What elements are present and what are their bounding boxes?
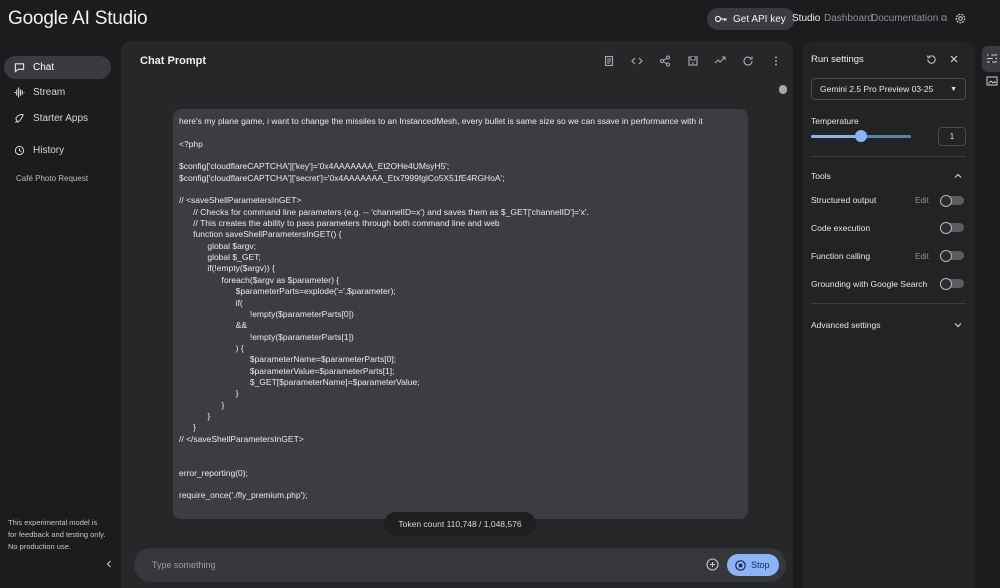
divider [811, 156, 966, 157]
sidebar-item-label: Stream [33, 87, 66, 98]
starter-apps-icon [14, 113, 25, 124]
temperature-input[interactable]: 1 [938, 127, 966, 146]
structured-output-edit-link[interactable]: Edit [915, 196, 929, 205]
chat-title: Chat Prompt [140, 55, 206, 67]
more-vert-icon[interactable] [770, 55, 784, 69]
run-settings-title: Run settings [811, 54, 864, 65]
refresh-icon[interactable] [742, 55, 756, 69]
get-api-key-label: Get API key [733, 13, 786, 25]
get-api-key-button[interactable]: Get API key [707, 8, 795, 30]
advanced-settings-label[interactable]: Advanced settings [811, 320, 880, 330]
chevron-down-icon[interactable] [953, 320, 963, 330]
chevron-up-icon[interactable] [953, 171, 963, 181]
user-message-text: here's my plane game, i want to change t… [179, 116, 703, 501]
nav-documentation-label: Documentation [871, 13, 939, 24]
tools-label: Tools [811, 171, 831, 181]
sidebar-item-stream[interactable]: Stream [4, 81, 111, 104]
tool-function-calling-label: Function calling [811, 251, 871, 261]
history-item[interactable]: Café Photo Request [16, 174, 88, 183]
document-icon[interactable] [603, 55, 617, 69]
temperature-label: Temperature [811, 116, 859, 126]
temperature-slider-fill [811, 135, 861, 138]
reset-icon[interactable] [926, 54, 937, 65]
collapse-sidebar-chevron-icon[interactable] [104, 559, 118, 573]
settings-gear-icon[interactable] [955, 13, 966, 24]
model-select[interactable]: Gemini 2.5 Pro Preview 03-25 ▼ [811, 78, 966, 100]
code-execution-toggle[interactable] [940, 221, 964, 234]
close-icon[interactable] [949, 54, 959, 64]
gallery-icon[interactable] [986, 76, 998, 86]
sidebar-item-chat[interactable]: Chat [4, 56, 111, 79]
tool-grounding-label: Grounding with Google Search [811, 279, 928, 289]
model-select-value: Gemini 2.5 Pro Preview 03-25 [820, 84, 934, 94]
share-icon[interactable] [659, 55, 673, 69]
save-icon[interactable] [687, 55, 701, 69]
prompt-input[interactable] [152, 558, 672, 572]
sidebar-item-history[interactable]: History [4, 139, 111, 162]
nav-dashboard[interactable]: Dashboard [824, 13, 873, 24]
chat-icon [14, 62, 25, 73]
app-title: Google AI Studio [8, 8, 148, 29]
nav-documentation[interactable]: Documentation ⧉ [871, 13, 947, 24]
tool-code-execution-label: Code execution [811, 223, 871, 233]
dropdown-caret-icon: ▼ [950, 85, 957, 93]
grounding-toggle[interactable] [940, 277, 964, 290]
compare-icon[interactable] [714, 55, 728, 69]
experimental-disclaimer: This experimental model is for feedback … [8, 518, 106, 551]
token-count: Token count 110,748 / 1,048,576 [384, 512, 536, 536]
external-link-icon: ⧉ [941, 13, 948, 23]
sidebar-item-starter-apps[interactable]: Starter Apps [4, 107, 111, 130]
scrollbar-thumb[interactable] [779, 85, 787, 94]
tune-settings-icon[interactable] [986, 53, 998, 64]
stop-button[interactable]: Stop [727, 554, 779, 576]
stop-label: Stop [751, 560, 770, 570]
stop-icon [735, 559, 746, 571]
function-calling-toggle[interactable] [940, 249, 964, 262]
add-plus-icon[interactable] [706, 558, 720, 572]
stream-icon [14, 87, 25, 98]
key-icon [715, 15, 727, 23]
function-calling-edit-link[interactable]: Edit [915, 252, 929, 261]
sidebar-item-label: Chat [33, 62, 55, 73]
structured-output-toggle[interactable] [940, 194, 964, 207]
temperature-slider-thumb[interactable] [855, 130, 867, 142]
nav-studio[interactable]: Studio [792, 13, 820, 24]
history-icon [14, 145, 25, 156]
code-icon[interactable] [631, 55, 645, 69]
divider [811, 303, 966, 304]
sidebar-item-label: Starter Apps [33, 113, 89, 124]
tool-structured-output-label: Structured output [811, 195, 877, 205]
sidebar-item-label: History [33, 145, 65, 156]
user-message: here's my plane game, i want to change t… [173, 109, 748, 519]
